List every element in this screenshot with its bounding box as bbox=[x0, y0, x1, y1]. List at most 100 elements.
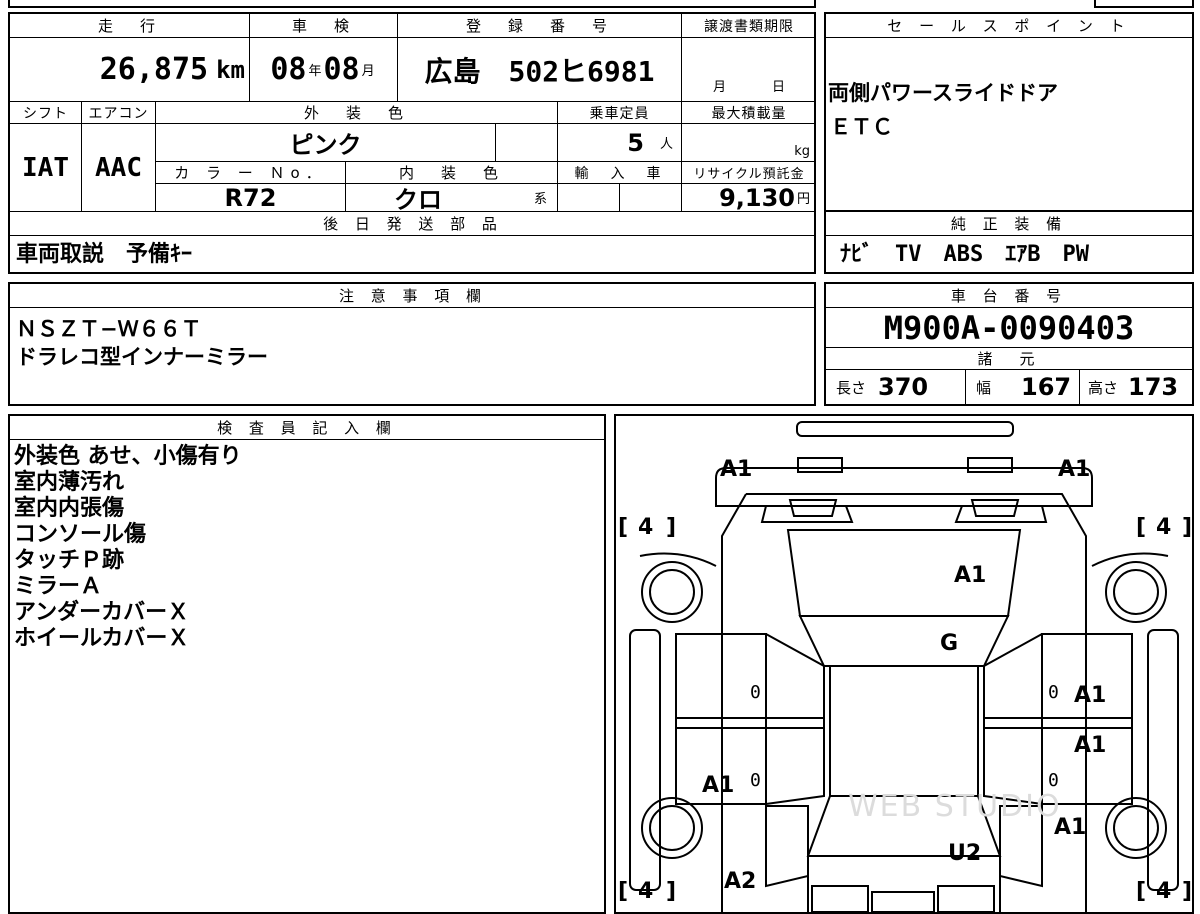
later-parts-header: 後 日 発 送 部 品 bbox=[10, 212, 816, 236]
top-strip-right bbox=[1094, 0, 1194, 8]
vehicle-diagram-box: WEB STUDIO A1 A1 A1 G A1 A1 A1 A1 A2 U2 … bbox=[614, 414, 1194, 914]
mark-right-front-door: A1 bbox=[1074, 683, 1106, 708]
interior-color-value: クロ bbox=[393, 186, 442, 212]
import-cell-b bbox=[620, 184, 682, 212]
inspector-line-4: コンソール傷 bbox=[14, 522, 147, 547]
inspector-line-2: 室内薄汚れ bbox=[14, 470, 125, 495]
interior-color-header: 内 装 色 bbox=[346, 162, 558, 184]
transfer-deadline-cell: 月 日 bbox=[682, 38, 816, 102]
width-value: 167 bbox=[1021, 373, 1072, 401]
capacity-cell: 5 人 bbox=[558, 124, 682, 162]
mileage-header: 走 行 bbox=[10, 14, 250, 38]
capacity-value: 5 bbox=[627, 128, 644, 157]
spec-header: 諸 元 bbox=[826, 348, 1192, 370]
color-no-value: R72 bbox=[224, 184, 277, 212]
exterior-color-extra bbox=[496, 124, 558, 162]
top-strip bbox=[8, 0, 816, 8]
import-header: 輸 入 車 bbox=[558, 162, 682, 184]
max-load-cell: kg bbox=[682, 124, 816, 162]
interior-color-suffix: 系 bbox=[533, 192, 547, 207]
exterior-color-header: 外 装 色 bbox=[156, 102, 558, 124]
later-parts-value: 車両取説 予備ｷｰ bbox=[16, 242, 193, 267]
shift-cell: IAT bbox=[10, 124, 82, 212]
chassis-box: 車 台 番 号 M900A-0090403 諸 元 長さ 370 幅 167 高… bbox=[824, 282, 1194, 406]
diagram-watermark: WEB STUDIO bbox=[848, 789, 1062, 824]
sales-point-box: セ ー ル ス ポ イ ン ト 両側パワースライドドア ＥＴＣ bbox=[824, 12, 1194, 212]
tire-front-right: [ 4 ] bbox=[1136, 515, 1192, 540]
inspection-header: 車 検 bbox=[250, 14, 398, 38]
inspector-line-1: 外装色 あせ、小傷有り bbox=[14, 444, 242, 469]
inspector-line-3: 室内内張傷 bbox=[14, 496, 125, 521]
tire-front-left: [ 4 ] bbox=[618, 515, 676, 540]
recycle-unit: 円 bbox=[796, 192, 810, 207]
chassis-cell: M900A-0090403 bbox=[826, 308, 1192, 348]
length-value: 370 bbox=[878, 373, 929, 401]
vehicle-diagram: WEB STUDIO A1 A1 A1 G A1 A1 A1 A1 A2 U2 … bbox=[618, 421, 1192, 912]
vehicle-info-table: 走 行 車 検 登 録 番 号 譲渡書類期限 26,875 km 08 年 08… bbox=[8, 12, 816, 274]
inspector-box: 検 査 員 記 入 欄 外装色 あせ、小傷有り 室内薄汚れ 室内内張傷 コンソー… bbox=[8, 414, 606, 914]
transfer-month-unit: 月 bbox=[712, 80, 726, 95]
capacity-header: 乗車定員 bbox=[558, 102, 682, 124]
mileage-cell: 26,875 km bbox=[10, 38, 250, 102]
shift-value: IAT bbox=[22, 152, 69, 183]
mark-roof-rear: U2 bbox=[948, 841, 981, 866]
mark-windshield: G bbox=[940, 631, 958, 656]
mileage-unit: km bbox=[216, 55, 245, 84]
height-cell: 高さ 173 bbox=[1080, 370, 1192, 404]
svg-text:]: ] bbox=[1182, 879, 1192, 904]
sales-point-line-1: 両側パワースライドドア bbox=[828, 81, 1058, 105]
sales-point-line-2: ＥＴＣ bbox=[830, 115, 893, 139]
max-load-header: 最大積載量 bbox=[682, 102, 816, 124]
inspection-year-unit: 年 bbox=[308, 64, 322, 79]
inspection-month-unit: 月 bbox=[361, 64, 375, 79]
exterior-color-value: ピンク bbox=[289, 131, 362, 159]
svg-text:[: [ bbox=[1136, 879, 1146, 904]
transfer-deadline-header: 譲渡書類期限 bbox=[682, 14, 816, 38]
mileage-value: 26,875 bbox=[99, 52, 209, 87]
inspector-header: 検 査 員 記 入 欄 bbox=[10, 416, 604, 440]
svg-text:]: ] bbox=[1182, 515, 1192, 540]
svg-text:[: [ bbox=[1136, 515, 1146, 540]
recycle-value: 9,130 bbox=[719, 184, 795, 212]
tire-front-left-value: 4 bbox=[638, 515, 653, 540]
height-value: 173 bbox=[1128, 373, 1179, 401]
notes-line-2: ドラレコ型インナーミラー bbox=[16, 345, 268, 369]
tire-rear-right-value: 4 bbox=[1156, 879, 1171, 904]
registration-cell: 広島 502ヒ6981 bbox=[398, 38, 682, 102]
aircon-header: エアコン bbox=[82, 102, 156, 124]
equipment-header: 純 正 装 備 bbox=[826, 212, 1192, 236]
inspector-line-6: ミラーＡ bbox=[14, 574, 103, 599]
length-cell: 長さ 370 bbox=[826, 370, 966, 404]
inspector-line-8: ホイールカバーＸ bbox=[14, 626, 190, 651]
inspection-year: 08 bbox=[270, 52, 307, 87]
width-cell: 幅 167 bbox=[966, 370, 1080, 404]
notes-box: 注 意 事 項 欄 ＮＳＺＴ−Ｗ６６Ｔ ドラレコ型インナーミラー bbox=[8, 282, 816, 406]
length-label: 長さ bbox=[836, 378, 867, 397]
color-no-cell: R72 bbox=[156, 184, 346, 212]
equipment-value: ﾅﾋﾞ TV ABS ｴｱB PW bbox=[840, 242, 1089, 267]
mark-right-front-zero: 0 bbox=[1048, 682, 1059, 703]
mark-left-rear-zero: 0 bbox=[750, 770, 761, 791]
svg-text:[: [ bbox=[618, 879, 628, 904]
mark-front-left-corner: A1 bbox=[720, 457, 752, 482]
notes-header: 注 意 事 項 欄 bbox=[10, 284, 816, 308]
chassis-number: M900A-0090403 bbox=[883, 308, 1135, 347]
mark-right-rear-fender: A1 bbox=[1054, 815, 1086, 840]
width-label: 幅 bbox=[976, 378, 992, 397]
chassis-header: 車 台 番 号 bbox=[826, 284, 1192, 308]
inspection-month: 08 bbox=[323, 52, 360, 87]
mark-left-rear-fender: A2 bbox=[724, 869, 756, 894]
sales-point-header: セ ー ル ス ポ イ ン ト bbox=[826, 14, 1192, 38]
mark-right-rear-door: A1 bbox=[1074, 733, 1106, 758]
tire-rear-left: [ 4 ] bbox=[618, 879, 676, 904]
color-no-header: カ ラ ー Ｎo． bbox=[156, 162, 346, 184]
capacity-unit: 人 bbox=[659, 137, 673, 152]
inspector-line-5: タッチＰ跡 bbox=[14, 548, 125, 573]
recycle-header: リサイクル預託金 bbox=[682, 162, 816, 184]
max-load-unit: kg bbox=[794, 144, 810, 159]
aircon-cell: AAC bbox=[82, 124, 156, 212]
svg-text:]: ] bbox=[666, 515, 676, 540]
transfer-day-unit: 日 bbox=[772, 80, 786, 95]
tire-front-right-value: 4 bbox=[1156, 515, 1171, 540]
shift-header: シフト bbox=[10, 102, 82, 124]
